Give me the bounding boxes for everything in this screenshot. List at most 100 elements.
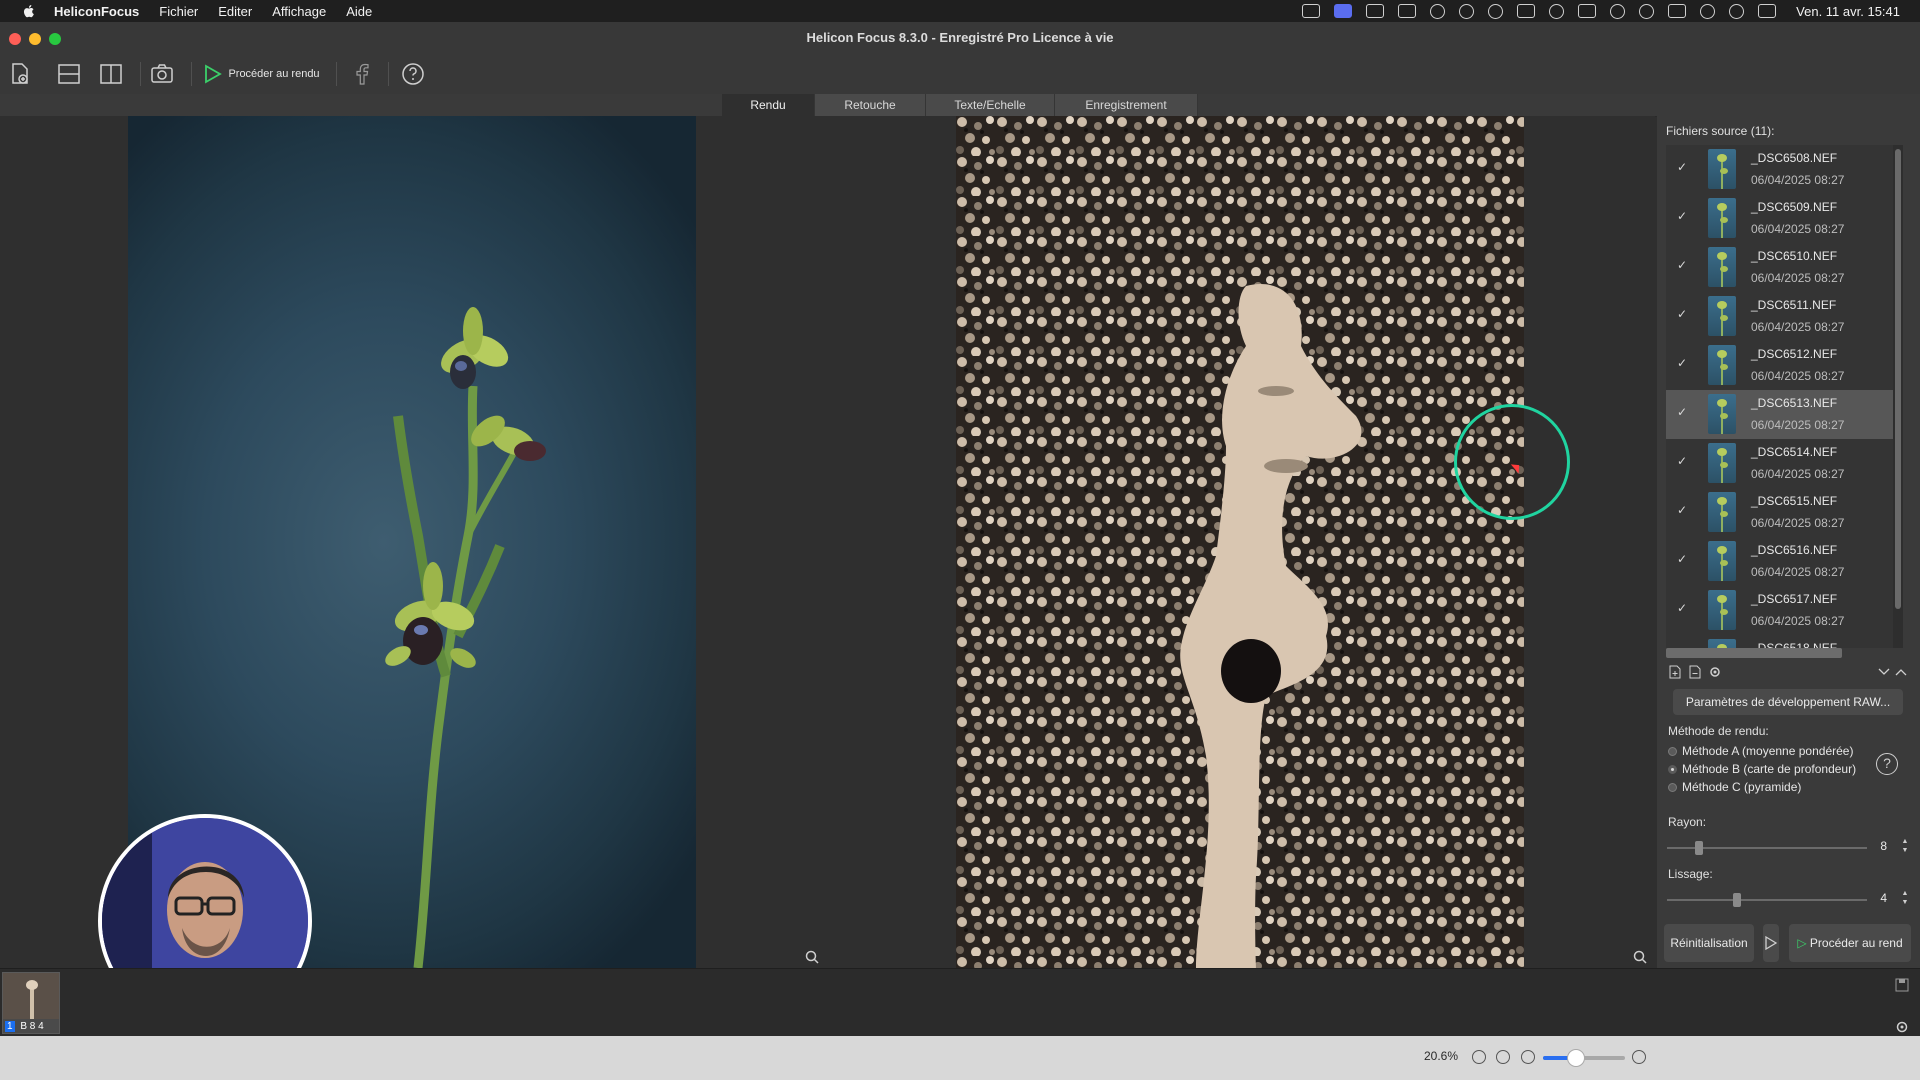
facebook-button[interactable] — [349, 60, 375, 88]
smoothing-slider[interactable] — [1667, 893, 1867, 907]
capture-button[interactable] — [148, 60, 176, 88]
file-row[interactable]: ✓ _DSC6508.NEF 06/04/2025 08:27 — [1666, 145, 1894, 194]
file-row[interactable]: ✓ _DSC6509.NEF 06/04/2025 08:27 — [1666, 194, 1894, 243]
file-list-scrollbar[interactable] — [1893, 145, 1903, 648]
file-checkbox[interactable]: ✓ — [1676, 455, 1688, 467]
file-row[interactable]: ✓ _DSC6511.NEF 06/04/2025 08:27 — [1666, 292, 1894, 341]
file-row[interactable]: ✓ _DSC6514.NEF 06/04/2025 08:27 — [1666, 439, 1894, 488]
file-row[interactable]: ✓ _DSC6517.NEF 06/04/2025 08:27 — [1666, 586, 1894, 635]
menu-affichage[interactable]: Affichage — [272, 4, 326, 19]
file-row[interactable]: ✓ _DSC6512.NEF 06/04/2025 08:27 — [1666, 341, 1894, 390]
remove-file-icon[interactable] — [1688, 665, 1702, 679]
zoom-icon[interactable] — [1632, 949, 1648, 965]
render-panel-button[interactable]: ▷ Procéder au rend — [1789, 924, 1911, 962]
file-list-horizontal-scrollbar[interactable] — [1666, 648, 1842, 658]
settings-gear-icon[interactable] — [1894, 1019, 1910, 1035]
file-row[interactable]: ✓ _DSC6513.NEF 06/04/2025 08:27 — [1666, 390, 1894, 439]
render-method-help-icon[interactable]: ? — [1876, 753, 1898, 775]
method-a-label: Méthode A (moyenne pondérée) — [1682, 744, 1854, 758]
battery-icon[interactable] — [1668, 4, 1687, 18]
file-checkbox[interactable]: ✓ — [1676, 210, 1688, 222]
toolbar-separator — [336, 62, 337, 86]
tab-texte-echelle[interactable]: Texte/Echelle — [926, 94, 1055, 116]
zoom-slider-knob[interactable] — [1566, 1049, 1585, 1067]
scrollbar-thumb[interactable] — [1895, 149, 1901, 609]
smoothing-stepper[interactable]: ▲ ▼ — [1901, 889, 1909, 907]
help-button[interactable] — [399, 60, 427, 88]
file-checkbox[interactable]: ✓ — [1676, 406, 1688, 418]
tab-enregistrement[interactable]: Enregistrement — [1055, 94, 1198, 116]
add-file-icon[interactable] — [1668, 665, 1682, 679]
file-checkbox[interactable]: ✓ — [1676, 504, 1688, 516]
menu-editer[interactable]: Editer — [218, 4, 252, 19]
tab-retouche[interactable]: Retouche — [815, 94, 926, 116]
file-checkbox[interactable]: ✓ — [1676, 553, 1688, 565]
method-c-radio[interactable]: Méthode C (pyramide) — [1668, 778, 1801, 796]
file-row[interactable]: ✓ _DSC6510.NEF 06/04/2025 08:27 — [1666, 243, 1894, 292]
vlc-icon[interactable] — [1398, 4, 1417, 18]
radio-button-selected[interactable] — [1668, 764, 1677, 774]
zoom-in-icon[interactable] — [1632, 1050, 1646, 1064]
film-thumbnail[interactable]: 1 B 8 4 — [2, 972, 60, 1034]
user-icon[interactable] — [1610, 3, 1626, 19]
orchid-thumbnail-icon — [1717, 203, 1728, 238]
smoothing-value[interactable]: 4 — [1851, 888, 1887, 908]
radio-button[interactable] — [1668, 782, 1677, 792]
radius-value[interactable]: 8 — [1851, 836, 1887, 856]
menu-aide[interactable]: Aide — [346, 4, 372, 19]
radius-slider[interactable] — [1667, 841, 1867, 855]
zoom-slider[interactable] — [1543, 1049, 1625, 1067]
flower-top — [441, 307, 509, 389]
source-file-list[interactable]: ✓ _DSC6508.NEF 06/04/2025 08:27 ✓ _DSC6509.N… — [1666, 145, 1894, 648]
file-settings-icon[interactable] — [1708, 665, 1722, 679]
menu-app-name[interactable]: HeliconFocus — [54, 4, 139, 19]
preview-play-button[interactable] — [1763, 924, 1779, 962]
raw-settings-button[interactable]: Paramètres de développement RAW... — [1673, 689, 1903, 715]
file-row[interactable]: ✓_DSC6518.NEF — [1666, 635, 1894, 648]
cloud-icon[interactable] — [1549, 3, 1565, 19]
layout-vertical-button[interactable] — [97, 60, 125, 88]
file-row[interactable]: ✓ _DSC6516.NEF 06/04/2025 08:27 — [1666, 537, 1894, 586]
save-icon[interactable] — [1894, 977, 1910, 993]
sync-icon[interactable] — [1488, 3, 1504, 19]
zoom-out-icon[interactable] — [1521, 1050, 1535, 1064]
file-checkbox[interactable]: ✓ — [1676, 308, 1688, 320]
time-machine-icon[interactable] — [1639, 3, 1655, 19]
wifi-icon[interactable] — [1700, 3, 1716, 19]
file-checkbox[interactable]: ✓ — [1676, 259, 1688, 271]
layout-horizontal-button[interactable] — [55, 60, 83, 88]
file-checkbox[interactable]: ✓ — [1676, 357, 1688, 369]
depth-map-preview[interactable] — [956, 116, 1524, 968]
apple-logo-icon[interactable] — [20, 2, 38, 20]
zoom-icon[interactable] — [804, 949, 820, 965]
menu-fichier[interactable]: Fichier — [159, 4, 198, 19]
control-center-icon[interactable] — [1758, 4, 1777, 18]
fit-to-window-icon[interactable] — [1472, 1050, 1486, 1064]
photoshop-icon[interactable] — [1517, 4, 1536, 18]
camera-icon[interactable] — [1302, 4, 1321, 18]
menubar-clock[interactable]: Ven. 11 avr. 15:41 — [1796, 4, 1900, 19]
actual-size-icon[interactable] — [1496, 1050, 1510, 1064]
reset-button[interactable]: Réinitialisation — [1664, 924, 1754, 962]
keyboard-app-icon[interactable] — [1459, 3, 1475, 19]
radio-button[interactable] — [1668, 746, 1677, 756]
smoothing-slider-knob[interactable] — [1733, 893, 1741, 907]
file-checkbox[interactable]: ✓ — [1676, 602, 1688, 614]
spotlight-icon[interactable] — [1729, 3, 1745, 19]
window-manager-icon[interactable] — [1578, 4, 1597, 18]
cursor-app-icon[interactable] — [1430, 3, 1446, 19]
chevron-down-icon[interactable] — [1877, 665, 1891, 679]
tab-rendu[interactable]: Rendu — [722, 94, 815, 116]
radius-slider-knob[interactable] — [1695, 841, 1703, 855]
method-a-radio[interactable]: Méthode A (moyenne pondérée) — [1668, 742, 1853, 760]
render-button[interactable]: Procéder au rendu — [200, 60, 324, 88]
method-b-radio[interactable]: Méthode B (carte de profondeur) — [1668, 760, 1856, 778]
clipboard-icon[interactable] — [1366, 4, 1385, 18]
add-files-button[interactable] — [6, 60, 34, 88]
film-badge-text: B 8 4 — [20, 1021, 44, 1032]
chevron-up-icon[interactable] — [1894, 665, 1908, 679]
radius-stepper[interactable]: ▲ ▼ — [1901, 837, 1909, 855]
screen-record-icon[interactable] — [1334, 4, 1353, 18]
file-checkbox[interactable]: ✓ — [1676, 161, 1688, 173]
file-row[interactable]: ✓ _DSC6515.NEF 06/04/2025 08:27 — [1666, 488, 1894, 537]
